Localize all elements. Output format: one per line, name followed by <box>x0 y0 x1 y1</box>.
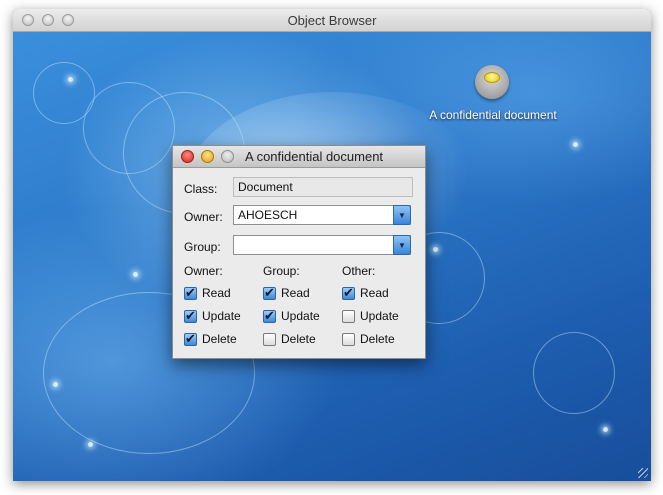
owner-read-label: Read <box>202 286 231 300</box>
document-icon-label[interactable]: A confidential document <box>418 108 568 122</box>
other-read-label: Read <box>360 286 389 300</box>
dialog-minimize-button[interactable] <box>201 150 214 163</box>
owner-value: AHOESCH <box>238 208 298 222</box>
dialog-close-button[interactable] <box>181 150 194 163</box>
other-update-label: Update <box>360 309 399 323</box>
document-object-icon[interactable] <box>475 65 509 99</box>
group-delete-checkbox[interactable] <box>263 333 276 346</box>
group-update-label: Update <box>281 309 320 323</box>
group-read-checkbox[interactable] <box>263 285 276 301</box>
owner-combobox[interactable]: AHOESCH ▼ <box>233 205 411 225</box>
chevron-down-icon[interactable]: ▼ <box>393 235 411 255</box>
permissions-dialog: A confidential document Class: Document … <box>172 145 426 359</box>
owner-delete-label: Delete <box>202 332 237 346</box>
icon-center <box>484 72 500 83</box>
owner-update-label: Update <box>202 309 241 323</box>
wallpaper-sparkle <box>133 272 138 277</box>
wallpaper-ring <box>533 332 615 414</box>
owner-update-checkbox[interactable] <box>184 308 197 324</box>
group-delete-label: Delete <box>281 332 316 346</box>
wallpaper-sparkle <box>433 247 438 252</box>
wallpaper-sparkle <box>68 77 73 82</box>
main-titlebar[interactable]: Object Browser <box>13 9 651 32</box>
resize-grip-icon[interactable] <box>638 468 648 478</box>
dialog-titlebar[interactable]: A confidential document <box>173 146 425 168</box>
dialog-zoom-button[interactable] <box>221 150 234 163</box>
wallpaper-sparkle <box>573 142 578 147</box>
other-permissions-header: Other: <box>342 264 376 278</box>
class-label: Class: <box>184 182 218 196</box>
owner-permissions-header: Owner: <box>184 264 223 278</box>
other-delete-checkbox[interactable] <box>342 333 355 346</box>
other-update-checkbox[interactable] <box>342 310 355 323</box>
owner-label: Owner: <box>184 210 223 224</box>
chevron-down-icon[interactable]: ▼ <box>393 205 411 225</box>
group-combobox[interactable]: ▼ <box>233 235 411 255</box>
window-title: Object Browser <box>287 13 377 28</box>
group-update-checkbox[interactable] <box>263 308 276 324</box>
wallpaper-sparkle <box>603 427 608 432</box>
wallpaper-sparkle <box>53 382 58 387</box>
other-read-checkbox[interactable] <box>342 285 355 301</box>
other-delete-label: Delete <box>360 332 395 346</box>
dialog-title: A confidential document <box>245 149 384 164</box>
wallpaper-sparkle <box>88 442 93 447</box>
group-label: Group: <box>184 240 221 254</box>
owner-read-checkbox[interactable] <box>184 285 197 301</box>
group-read-label: Read <box>281 286 310 300</box>
wallpaper-ring <box>33 62 95 124</box>
owner-delete-checkbox[interactable] <box>184 331 197 347</box>
group-permissions-header: Group: <box>263 264 300 278</box>
class-field: Document <box>233 177 413 197</box>
